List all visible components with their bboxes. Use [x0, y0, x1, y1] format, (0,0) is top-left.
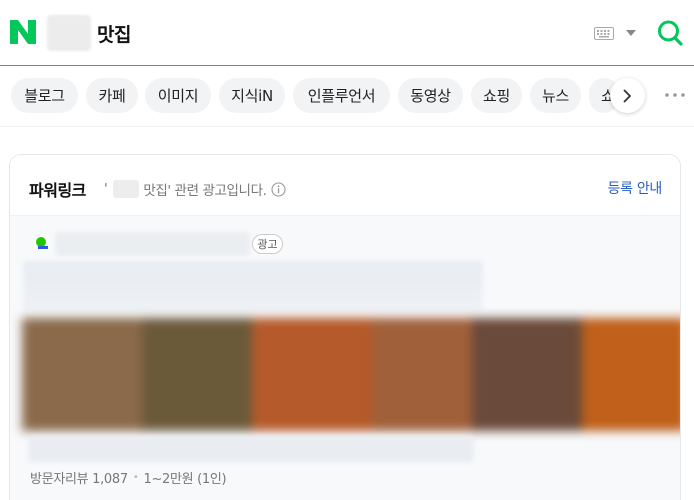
desc-quote-open: ' — [104, 181, 108, 197]
ad-site-name-blurred[interactable] — [55, 232, 250, 256]
powerlink-description: ' 맛집 ' 관련 광고입니다. — [104, 179, 287, 199]
desc-blurred-query — [113, 180, 140, 198]
powerlink-header: 파워링크 ' 맛집 ' 관련 광고입니다. 등록 안내 — [10, 155, 680, 216]
tab-cafe[interactable]: 카페 — [86, 78, 138, 113]
tab-kin[interactable]: 지식iN — [219, 78, 285, 113]
ad-badge: 광고 — [252, 234, 283, 254]
tab-news[interactable]: 뉴스 — [530, 78, 581, 113]
ad-title-blurred[interactable] — [23, 261, 483, 311]
desc-query: 맛집 — [143, 183, 168, 199]
tab-shopping[interactable]: 쇼핑 — [471, 78, 522, 113]
search-query-text[interactable]: 맛집 — [97, 20, 131, 47]
tab-blog[interactable]: 블로그 — [11, 78, 78, 113]
chevron-down-icon[interactable] — [626, 30, 636, 37]
ad-image-gallery[interactable] — [22, 318, 680, 431]
powerlink-card: 파워링크 ' 맛집 ' 관련 광고입니다. 등록 안내 광고 방문자리뷰 1,0… — [9, 154, 681, 500]
meta-separator: • — [132, 472, 139, 483]
tab-video[interactable]: 동영상 — [398, 78, 463, 113]
search-icon[interactable] — [657, 19, 683, 47]
price-range: 1~2만원 (1인) — [143, 472, 227, 487]
search-tab-bar: 블로그 카페 이미지 지식iN 인플루언서 동영상 쇼핑 뉴스 쇼 — [0, 66, 694, 127]
tab-scroll-next-button[interactable] — [610, 78, 645, 113]
tab-image[interactable]: 이미지 — [145, 78, 211, 113]
info-icon[interactable] — [271, 181, 287, 197]
ad-register-link[interactable]: 등록 안내 — [608, 178, 663, 198]
gallery-image[interactable] — [472, 318, 582, 431]
gallery-image[interactable] — [142, 318, 252, 431]
gallery-image[interactable] — [372, 318, 472, 431]
query-blurred-region[interactable] — [47, 15, 91, 51]
chevron-right-icon — [623, 89, 631, 102]
gallery-image[interactable] — [252, 318, 372, 431]
tab-influencer[interactable]: 인플루언서 — [293, 78, 390, 113]
gallery-image[interactable] — [22, 318, 142, 431]
visitor-review-count: 방문자리뷰 1,087 — [30, 472, 128, 487]
naver-logo-icon[interactable] — [10, 20, 36, 44]
powerlink-title: 파워링크 — [29, 181, 86, 200]
search-header: 맛집 — [0, 0, 694, 66]
desc-rest: ' 관련 광고입니다. — [167, 183, 267, 199]
ad-meta-info: 방문자리뷰 1,087 • 1~2만원 (1인) — [30, 468, 227, 487]
ad-description-blurred — [28, 436, 474, 462]
gallery-image[interactable] — [582, 318, 680, 431]
keyboard-icon[interactable] — [594, 27, 614, 40]
ad-site-favicon-icon — [35, 236, 49, 250]
more-icon[interactable] — [664, 88, 686, 102]
